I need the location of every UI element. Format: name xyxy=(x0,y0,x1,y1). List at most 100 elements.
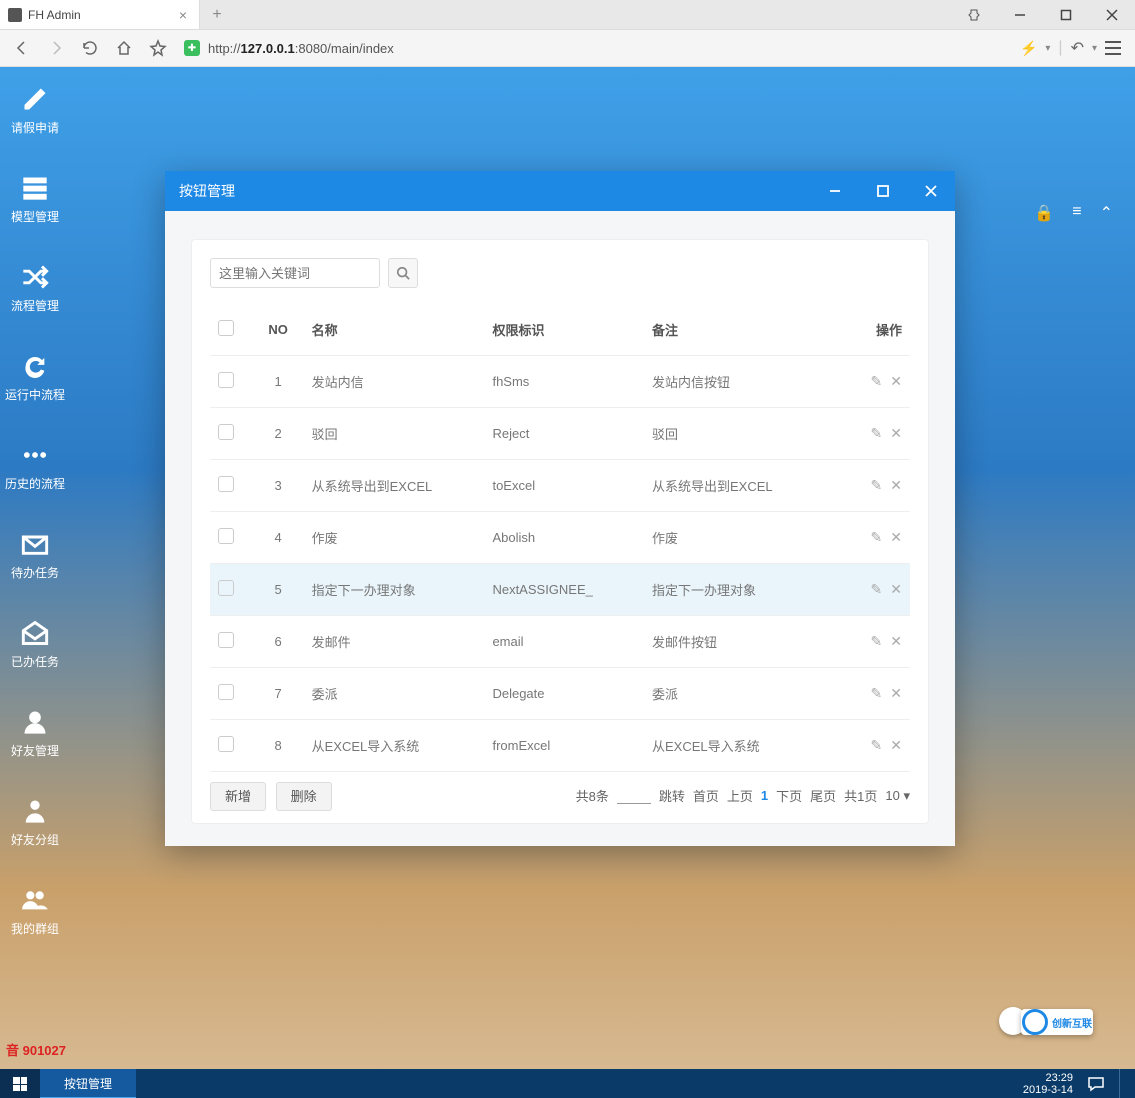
sidebar-item-friend-group[interactable]: 好友分组 xyxy=(11,797,59,848)
sidebar-item-history[interactable]: 历史的流程 xyxy=(5,441,65,492)
cell-no: 1 xyxy=(253,356,304,408)
sidebar-item-label: 流程管理 xyxy=(11,297,59,314)
cell-name: 发邮件 xyxy=(304,616,485,668)
table-row[interactable]: 8从EXCEL导入系统fromExcel从EXCEL导入系统✎✕ xyxy=(210,720,910,772)
close-icon[interactable]: ✕ xyxy=(890,581,902,598)
list-icon[interactable]: ≡ xyxy=(1072,203,1081,223)
sidebar-item-todo[interactable]: 待办任务 xyxy=(11,530,59,581)
delete-button[interactable]: 删除 xyxy=(276,782,332,811)
row-checkbox[interactable] xyxy=(218,528,234,544)
pager-next[interactable]: 下页 xyxy=(776,786,802,805)
clock[interactable]: 23:29 2019-3-14 xyxy=(1023,1072,1073,1096)
taskbar-item[interactable]: 按钮管理 xyxy=(40,1069,136,1098)
close-icon[interactable]: ✕ xyxy=(890,529,902,546)
edit-icon[interactable]: ✎ xyxy=(871,737,883,754)
lock-icon[interactable]: 🔒 xyxy=(1034,203,1054,223)
table-row[interactable]: 4作废Abolish作废✎✕ xyxy=(210,512,910,564)
edit-icon[interactable]: ✎ xyxy=(871,373,883,390)
sidebar-item-friends[interactable]: 好友管理 xyxy=(11,708,59,759)
pager-jump-input[interactable] xyxy=(617,788,651,804)
brand-logo[interactable]: 创新互联 xyxy=(1021,1009,1093,1035)
pager-first[interactable]: 首页 xyxy=(693,786,719,805)
modal-close-icon[interactable] xyxy=(907,171,955,211)
tab-title: FH Admin xyxy=(28,8,175,22)
edit-icon[interactable]: ✎ xyxy=(871,685,883,702)
sidebar-item-flow[interactable]: 流程管理 xyxy=(11,263,59,314)
chevron-down-icon[interactable]: ▾ xyxy=(1092,43,1097,54)
chevron-down-icon[interactable]: ▾ xyxy=(1045,43,1050,54)
row-checkbox[interactable] xyxy=(218,736,234,752)
url-input[interactable]: ✚ http://127.0.0.1:8080/main/index xyxy=(178,35,1014,61)
th-remark: 备注 xyxy=(644,304,846,356)
window-minimize-icon[interactable] xyxy=(997,0,1043,30)
caret-up-icon[interactable]: ⌃ xyxy=(1100,203,1113,223)
new-tab-button[interactable]: + xyxy=(200,6,234,24)
back-button[interactable] xyxy=(8,34,36,62)
modal-minimize-icon[interactable] xyxy=(811,171,859,211)
sidebar-item-model[interactable]: 模型管理 xyxy=(11,174,59,225)
close-icon[interactable]: ✕ xyxy=(890,685,902,702)
table-row[interactable]: 1发站内信fhSms发站内信按钮✎✕ xyxy=(210,356,910,408)
cell-no: 4 xyxy=(253,512,304,564)
cell-remark: 指定下一办理对象 xyxy=(644,564,846,616)
sidebar: 请假申请 模型管理 流程管理 运行中流程 历史的流程 待办任务 已办任务 好友管… xyxy=(0,67,70,1069)
checkbox-all[interactable] xyxy=(218,320,234,336)
cell-name: 从系统导出到EXCEL xyxy=(304,460,485,512)
close-icon[interactable]: ✕ xyxy=(890,373,902,390)
modal-titlebar[interactable]: 按钮管理 xyxy=(165,171,955,211)
table-row[interactable]: 7委派Delegate委派✎✕ xyxy=(210,668,910,720)
pager-total: 共8条 xyxy=(576,786,609,805)
reload-button[interactable] xyxy=(76,34,104,62)
sidebar-item-my-group[interactable]: 我的群组 xyxy=(11,886,59,937)
sidebar-item-done[interactable]: 已办任务 xyxy=(11,619,59,670)
bookmark-button[interactable] xyxy=(144,34,172,62)
edit-icon[interactable]: ✎ xyxy=(871,581,883,598)
window-maximize-icon[interactable] xyxy=(1043,0,1089,30)
sidebar-item-running[interactable]: 运行中流程 xyxy=(5,352,65,403)
search-input[interactable] xyxy=(210,258,380,288)
close-icon[interactable]: ✕ xyxy=(890,633,902,650)
edit-icon[interactable]: ✎ xyxy=(871,633,883,650)
row-checkbox[interactable] xyxy=(218,684,234,700)
edit-icon[interactable]: ✎ xyxy=(871,425,883,442)
forward-button[interactable] xyxy=(42,34,70,62)
edit-icon[interactable]: ✎ xyxy=(871,477,883,494)
undo-icon[interactable]: ↶ xyxy=(1071,38,1084,58)
notification-icon[interactable] xyxy=(1087,1075,1105,1093)
edit-icon[interactable]: ✎ xyxy=(871,529,883,546)
row-checkbox[interactable] xyxy=(218,476,234,492)
table-row[interactable]: 5指定下一办理对象NextASSIGNEE_指定下一办理对象✎✕ xyxy=(210,564,910,616)
row-checkbox[interactable] xyxy=(218,424,234,440)
sidebar-item-leave[interactable]: 请假申请 xyxy=(11,85,59,136)
home-button[interactable] xyxy=(110,34,138,62)
start-button[interactable] xyxy=(0,1069,40,1098)
sidebar-item-label: 历史的流程 xyxy=(5,475,65,492)
table-row[interactable]: 6发邮件email发邮件按钮✎✕ xyxy=(210,616,910,668)
modal-maximize-icon[interactable] xyxy=(859,171,907,211)
pager-prev[interactable]: 上页 xyxy=(727,786,753,805)
pager-size[interactable]: 10 ▾ xyxy=(885,788,910,804)
close-icon[interactable]: ✕ xyxy=(890,737,902,754)
pager-last[interactable]: 尾页 xyxy=(810,786,836,805)
search-button[interactable] xyxy=(388,258,418,288)
cell-perm: fromExcel xyxy=(484,720,644,772)
close-icon[interactable]: ✕ xyxy=(890,425,902,442)
pager-jump[interactable]: 跳转 xyxy=(659,786,685,805)
table-row[interactable]: 2驳回Reject驳回✎✕ xyxy=(210,408,910,460)
cell-no: 8 xyxy=(253,720,304,772)
close-icon[interactable]: ✕ xyxy=(890,477,902,494)
browser-tab[interactable]: FH Admin × xyxy=(0,0,200,29)
new-button[interactable]: 新增 xyxy=(210,782,266,811)
table-row[interactable]: 3从系统导出到EXCELtoExcel从系统导出到EXCEL✎✕ xyxy=(210,460,910,512)
menu-icon[interactable] xyxy=(1105,41,1121,55)
shuffle-icon xyxy=(18,263,52,291)
window-close-icon[interactable] xyxy=(1089,0,1135,30)
row-checkbox[interactable] xyxy=(218,372,234,388)
close-tab-icon[interactable]: × xyxy=(175,7,191,23)
lightning-icon[interactable]: ⚡ xyxy=(1020,40,1037,57)
row-checkbox[interactable] xyxy=(218,632,234,648)
extension-icon[interactable] xyxy=(951,0,997,30)
sidebar-item-label: 请假申请 xyxy=(11,119,59,136)
show-desktop[interactable] xyxy=(1119,1069,1125,1098)
row-checkbox[interactable] xyxy=(218,580,234,596)
